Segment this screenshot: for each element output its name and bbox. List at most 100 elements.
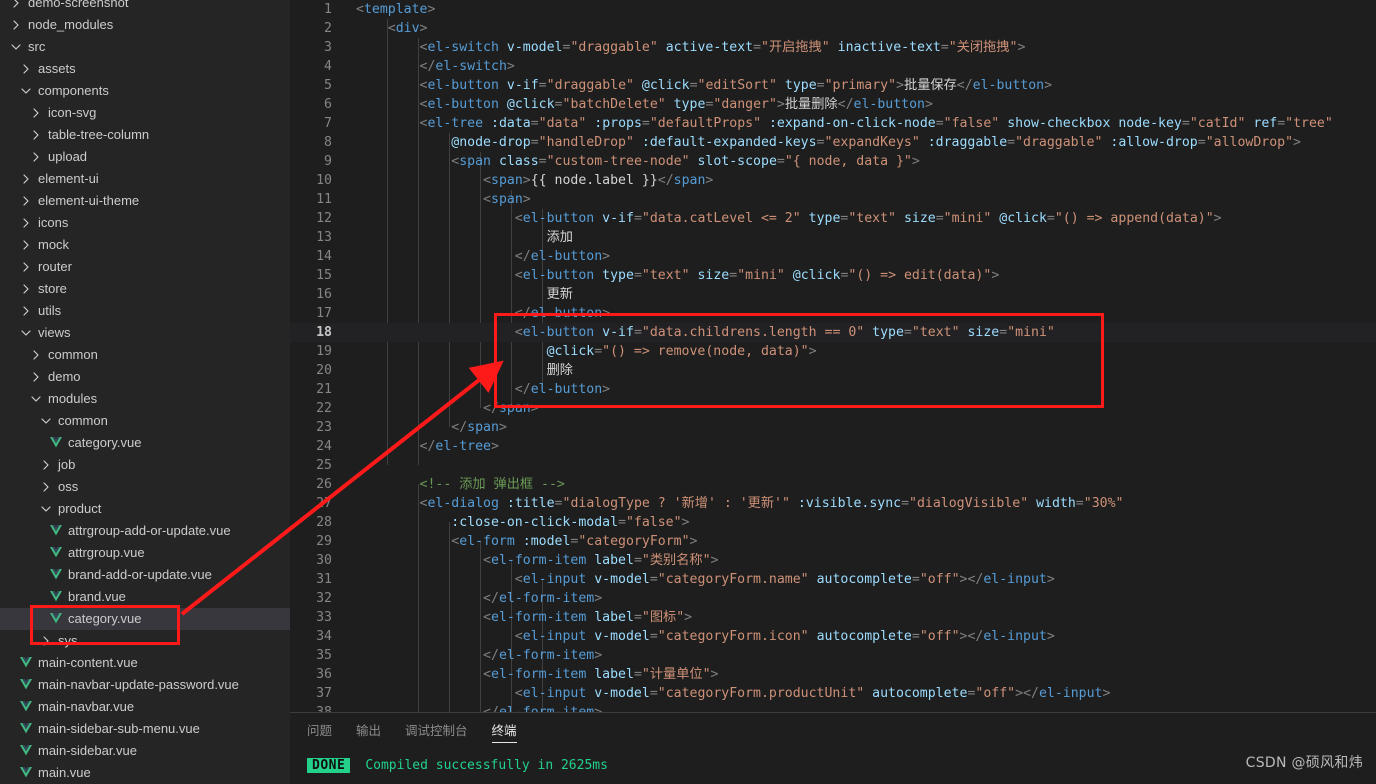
tree-item-brand-add-or-update-vue[interactable]: brand-add-or-update.vue (0, 564, 290, 586)
chevron-right-icon[interactable] (28, 146, 44, 168)
tree-item-utils[interactable]: utils (0, 300, 290, 322)
chevron-down-icon[interactable] (28, 388, 44, 410)
code-line[interactable]: 35 </el-form-item> (290, 646, 1376, 665)
tree-item-main-navbar-update-password-vue[interactable]: main-navbar-update-password.vue (0, 674, 290, 696)
code-line[interactable]: 2 <div> (290, 19, 1376, 38)
chevron-right-icon[interactable] (18, 190, 34, 212)
tree-item-element-ui-theme[interactable]: element-ui-theme (0, 190, 290, 212)
tree-item-main-sidebar-vue[interactable]: main-sidebar.vue (0, 740, 290, 762)
code-line[interactable]: 11 <span> (290, 190, 1376, 209)
chevron-right-icon[interactable] (18, 212, 34, 234)
panel-tab-0[interactable]: 问题 (307, 713, 332, 748)
tree-item-upload[interactable]: upload (0, 146, 290, 168)
tree-item-demo-screenshot[interactable]: demo-screenshot (0, 0, 290, 14)
tree-item-table-tree-column[interactable]: table-tree-column (0, 124, 290, 146)
tree-item-job[interactable]: job (0, 454, 290, 476)
tree-item-attrgroup-add-or-update-vue[interactable]: attrgroup-add-or-update.vue (0, 520, 290, 542)
tree-item-node-modules[interactable]: node_modules (0, 14, 290, 36)
tree-item-main-navbar-vue[interactable]: main-navbar.vue (0, 696, 290, 718)
chevron-right-icon[interactable] (18, 278, 34, 300)
tree-item-element-ui[interactable]: element-ui (0, 168, 290, 190)
code-line[interactable]: 28 :close-on-click-modal="false"> (290, 513, 1376, 532)
panel-tab-3[interactable]: 终端 (491, 713, 517, 748)
code-line[interactable]: 26 <!-- 添加 弹出框 --> (290, 475, 1376, 494)
code-line[interactable]: 1 <template> (290, 0, 1376, 19)
chevron-down-icon[interactable] (38, 498, 54, 520)
tree-item-demo[interactable]: demo (0, 366, 290, 388)
tree-item-main-vue[interactable]: main.vue (0, 762, 290, 784)
code-line[interactable]: 31 <el-input v-model="categoryForm.name"… (290, 570, 1376, 589)
tree-item-mock[interactable]: mock (0, 234, 290, 256)
tree-item-router[interactable]: router (0, 256, 290, 278)
chevron-down-icon[interactable] (18, 80, 34, 102)
chevron-right-icon[interactable] (28, 124, 44, 146)
code-line[interactable]: 34 <el-input v-model="categoryForm.icon"… (290, 627, 1376, 646)
code-line[interactable]: 9 <span class="custom-tree-node" slot-sc… (290, 152, 1376, 171)
panel-tab-2[interactable]: 调试控制台 (405, 713, 468, 748)
tree-item-src[interactable]: src (0, 36, 290, 58)
code-line[interactable]: 5 <el-button v-if="draggable" @click="ed… (290, 76, 1376, 95)
code-line[interactable]: 21 </el-button> (290, 380, 1376, 399)
chevron-right-icon[interactable] (38, 454, 54, 476)
code-line[interactable]: 6 <el-button @click="batchDelete" type="… (290, 95, 1376, 114)
code-line[interactable]: 33 <el-form-item label="图标"> (290, 608, 1376, 627)
tree-item-common[interactable]: common (0, 410, 290, 432)
tree-item-category-vue[interactable]: category.vue (0, 432, 290, 454)
code-line[interactable]: 30 <el-form-item label="类别名称"> (290, 551, 1376, 570)
tree-item-main-sidebar-sub-menu-vue[interactable]: main-sidebar-sub-menu.vue (0, 718, 290, 740)
code-line[interactable]: 22 </span> (290, 399, 1376, 418)
tree-item-category-vue[interactable]: category.vue (0, 608, 290, 630)
code-line[interactable]: 38 </el-form-item> (290, 703, 1376, 712)
chevron-down-icon[interactable] (38, 410, 54, 432)
tree-item-components[interactable]: components (0, 80, 290, 102)
code-line[interactable]: 25 (290, 456, 1376, 475)
code-line[interactable]: 37 <el-input v-model="categoryForm.produ… (290, 684, 1376, 703)
code-line[interactable]: 3 <el-switch v-model="draggable" active-… (290, 38, 1376, 57)
chevron-down-icon[interactable] (18, 322, 34, 344)
tree-item-brand-vue[interactable]: brand.vue (0, 586, 290, 608)
tree-item-views[interactable]: views (0, 322, 290, 344)
code-line[interactable]: 13 添加 (290, 228, 1376, 247)
tree-item-oss[interactable]: oss (0, 476, 290, 498)
code-line[interactable]: 7 <el-tree :data="data" :props="defaultP… (290, 114, 1376, 133)
panel-tab-1[interactable]: 输出 (356, 713, 381, 748)
code-line[interactable]: 24 </el-tree> (290, 437, 1376, 456)
chevron-right-icon[interactable] (18, 300, 34, 322)
code-line[interactable]: 4 </el-switch> (290, 57, 1376, 76)
tree-item-assets[interactable]: assets (0, 58, 290, 80)
code-line[interactable]: 18 <el-button v-if="data.childrens.lengt… (290, 323, 1376, 342)
chevron-right-icon[interactable] (18, 168, 34, 190)
code-line[interactable]: 17 </el-button> (290, 304, 1376, 323)
code-line[interactable]: 23 </span> (290, 418, 1376, 437)
chevron-right-icon[interactable] (18, 58, 34, 80)
code-line[interactable]: 19 @click="() => remove(node, data)"> (290, 342, 1376, 361)
chevron-right-icon[interactable] (18, 234, 34, 256)
chevron-right-icon[interactable] (18, 256, 34, 278)
tree-item-store[interactable]: store (0, 278, 290, 300)
chevron-right-icon[interactable] (8, 14, 24, 36)
tree-item-attrgroup-vue[interactable]: attrgroup.vue (0, 542, 290, 564)
tree-item-common[interactable]: common (0, 344, 290, 366)
code-line[interactable]: 14 </el-button> (290, 247, 1376, 266)
code-line[interactable]: 8 @node-drop="handleDrop" :default-expan… (290, 133, 1376, 152)
code-line[interactable]: 20 删除 (290, 361, 1376, 380)
chevron-right-icon[interactable] (28, 344, 44, 366)
code-line[interactable]: 12 <el-button v-if="data.catLevel <= 2" … (290, 209, 1376, 228)
code-line[interactable]: 16 更新 (290, 285, 1376, 304)
chevron-right-icon[interactable] (28, 102, 44, 124)
tree-item-sys[interactable]: sys (0, 630, 290, 652)
tree-item-main-content-vue[interactable]: main-content.vue (0, 652, 290, 674)
code-line[interactable]: 36 <el-form-item label="计量单位"> (290, 665, 1376, 684)
chevron-down-icon[interactable] (8, 36, 24, 58)
code-line[interactable]: 29 <el-form :model="categoryForm"> (290, 532, 1376, 551)
tree-item-icon-svg[interactable]: icon-svg (0, 102, 290, 124)
code-editor[interactable]: 1 <template> 2 <div> 3 <el-switch v-model="… (290, 0, 1376, 712)
chevron-right-icon[interactable] (38, 630, 54, 652)
code-line[interactable]: 15 <el-button type="text" size="mini" @c… (290, 266, 1376, 285)
tree-item-modules[interactable]: modules (0, 388, 290, 410)
code-line[interactable]: 10 <span>{{ node.label }}</span> (290, 171, 1376, 190)
chevron-right-icon[interactable] (38, 476, 54, 498)
tree-item-product[interactable]: product (0, 498, 290, 520)
code-line[interactable]: 32 </el-form-item> (290, 589, 1376, 608)
chevron-right-icon[interactable] (8, 0, 24, 14)
